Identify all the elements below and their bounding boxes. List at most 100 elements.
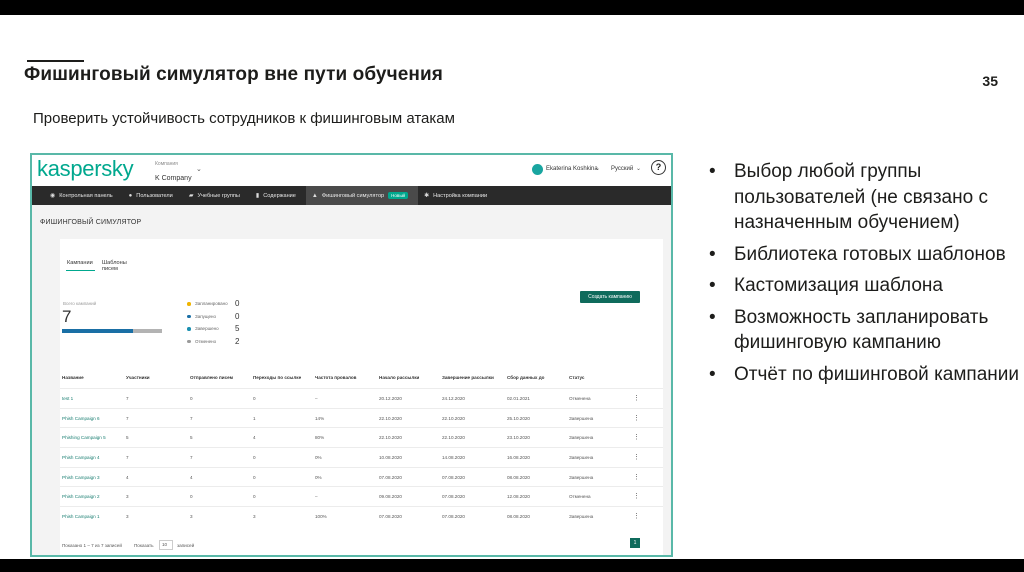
table-cell: – (315, 396, 318, 401)
legend-item: Запущено 0 (187, 312, 247, 325)
column-header[interactable]: Сбор данных до (507, 375, 544, 380)
kaspersky-logo[interactable]: kaspersky (37, 156, 134, 182)
table-cell: 0 (253, 396, 256, 401)
language-selector[interactable]: Русский (611, 166, 633, 172)
main-nav: ◉ Контрольная панель ● Пользователи ▰ Уч… (32, 186, 671, 205)
campaign-name-link[interactable]: Phishing Campaign 5 (62, 435, 106, 440)
table-cell: 0 (253, 455, 256, 461)
more-icon[interactable]: ⋮ (633, 473, 640, 481)
table-cell: Отменена (569, 396, 591, 401)
bullet-list: Выбор любой группы пользователей (не свя… (706, 159, 1021, 393)
table-cell: 3 (253, 514, 256, 520)
help-icon[interactable]: ? (651, 160, 666, 175)
nav-label: Фишинговый симулятор (321, 192, 385, 199)
top-letterbox (0, 0, 1024, 15)
table-cell: 7 (126, 415, 129, 421)
nav-company-settings[interactable]: ✱ Настройка компании (418, 186, 497, 205)
bullet-item: Возможность запланировать фишинговую кам… (706, 305, 1021, 356)
legend-label: Запущено (195, 313, 217, 319)
table-cell: 20.12.2020 (379, 396, 402, 401)
campaign-name-link[interactable]: Phish Campaign 6 (62, 416, 100, 421)
legend-item: Отменено 2 (187, 337, 247, 350)
column-header[interactable]: Начало рассылки (379, 375, 419, 380)
chevron-down-icon[interactable]: ⌄ (595, 165, 600, 172)
table-cell: Завершена (569, 435, 594, 441)
avatar[interactable] (532, 164, 543, 175)
pagination-info: Показано 1 – 7 из 7 записей (62, 543, 122, 548)
per-page-select[interactable]: 10 (159, 540, 173, 550)
status-dot-icon (187, 339, 191, 343)
table-cell: 22.10.2020 (442, 435, 465, 441)
table-cell: 5 (126, 435, 129, 441)
bullet-item: Выбор любой группы пользователей (не свя… (706, 159, 1021, 236)
more-icon[interactable]: ⋮ (633, 492, 640, 500)
table-row[interactable]: Phish Campaign 1 3 3 3 100% 07.08.2020 07.08.2… (60, 506, 663, 526)
table-cell: 3 (190, 514, 193, 520)
table-cell: 07.08.2020 (442, 514, 465, 520)
nav-dashboard[interactable]: ◉ Контрольная панель (44, 186, 123, 205)
campaign-name-link[interactable]: Phish Campaign 1 (62, 514, 100, 519)
chevron-down-icon[interactable]: ⌄ (636, 165, 641, 172)
campaign-name-link[interactable]: Phish Campaign 4 (62, 455, 100, 460)
pagination-page-button[interactable]: 1 (630, 538, 640, 548)
bullet-item: Отчёт по фишинговой кампании (706, 362, 1021, 388)
nav-phishing-simulator[interactable]: ▲ Фишинговый симулятор Новый (305, 186, 419, 205)
table-cell: 3 (126, 494, 129, 500)
more-icon[interactable]: ⋮ (633, 433, 640, 441)
table-cell: 09.08.2020 (379, 494, 402, 500)
table-cell: 7 (126, 396, 129, 401)
table-cell: 23.10.2020 (507, 435, 530, 441)
table-row[interactable]: Phish Campaign 6 7 7 1 14% 22.10.2020 22.10.20… (60, 407, 663, 428)
total-campaigns-value: 7 (62, 307, 72, 326)
new-badge: Новый (388, 192, 409, 199)
table-row[interactable]: Phish Campaign 3 4 4 0 0% 07.08.2020 07.08.202… (60, 466, 663, 487)
table-cell: 10.08.2020 (379, 455, 402, 461)
column-header[interactable]: Переходы по ссылке (253, 375, 301, 380)
title-rule (27, 60, 84, 62)
campaigns-card: Кампании Шаблоны писем Создать кампанию … (60, 239, 663, 555)
nav-groups[interactable]: ▰ Учебные группы (183, 186, 250, 205)
table-cell: 07.08.2020 (442, 494, 465, 500)
tab-campaigns[interactable]: Кампании (66, 260, 95, 271)
tab-email-templates[interactable]: Шаблоны писем (102, 260, 127, 276)
table-cell: 0% (315, 455, 322, 461)
user-menu[interactable]: Ekaterina Koshkina (546, 166, 598, 172)
legend-item: Запланировано 0 (187, 299, 247, 312)
slide: Фишинговый симулятор вне пути обучения 3… (0, 0, 1024, 572)
table-row[interactable]: Phishing Campaign 5 5 5 4 80% 22.10.2020 22.10… (60, 427, 663, 447)
campaign-name-link[interactable]: test 1 (62, 396, 73, 401)
column-header[interactable]: Частота провалов (315, 375, 357, 380)
column-header[interactable]: Название (62, 375, 84, 380)
more-icon[interactable]: ⋮ (633, 414, 640, 422)
table-cell: 5 (190, 435, 193, 441)
company-selector[interactable]: Компания K Company (155, 161, 192, 185)
table-cell: 12.08.2020 (507, 494, 530, 500)
create-campaign-button[interactable]: Создать кампанию (580, 291, 640, 303)
more-icon[interactable]: ⋮ (633, 512, 640, 520)
more-icon[interactable]: ⋮ (633, 394, 640, 402)
campaign-name-link[interactable]: Phish Campaign 2 (62, 494, 100, 499)
table-body: test 1 7 0 0 – 20.12.2020 24.12.2020 02.01.2021… (60, 388, 663, 526)
column-header[interactable]: Завершение рассылки (442, 375, 494, 380)
column-header[interactable]: Статус (569, 375, 584, 380)
column-header[interactable]: Участники (126, 375, 150, 380)
campaigns-progress-fill (62, 329, 134, 333)
table-row[interactable]: Phish Campaign 4 7 7 0 0% 10.08.2020 14.08.202… (60, 447, 663, 467)
nav-content[interactable]: ▮ Содержание (250, 186, 306, 205)
table-cell: Завершена (569, 514, 594, 520)
table-cell: 7 (190, 455, 193, 461)
nav-users[interactable]: ● Пользователи (123, 186, 183, 205)
campaign-name-link[interactable]: Phish Campaign 3 (62, 475, 100, 480)
column-header[interactable]: Отправлено писем (190, 375, 233, 380)
chevron-down-icon[interactable]: ⌄ (196, 165, 202, 173)
more-icon[interactable]: ⋮ (633, 453, 640, 461)
table-row[interactable]: Phish Campaign 2 3 0 0 – 09.08.2020 07.08.2020… (60, 486, 663, 506)
legend-value: 0 (235, 299, 240, 308)
table-row[interactable]: test 1 7 0 0 – 20.12.2020 24.12.2020 02.01.2021… (60, 388, 663, 408)
table-cell: 14% (315, 415, 325, 421)
table-cell: 0% (315, 474, 322, 480)
campaigns-progress-bar (62, 329, 162, 333)
bullet-item: Кастомизация шаблона (706, 273, 1021, 299)
nav-label: Учебные группы (197, 192, 240, 199)
content-icon: ▮ (255, 193, 260, 199)
